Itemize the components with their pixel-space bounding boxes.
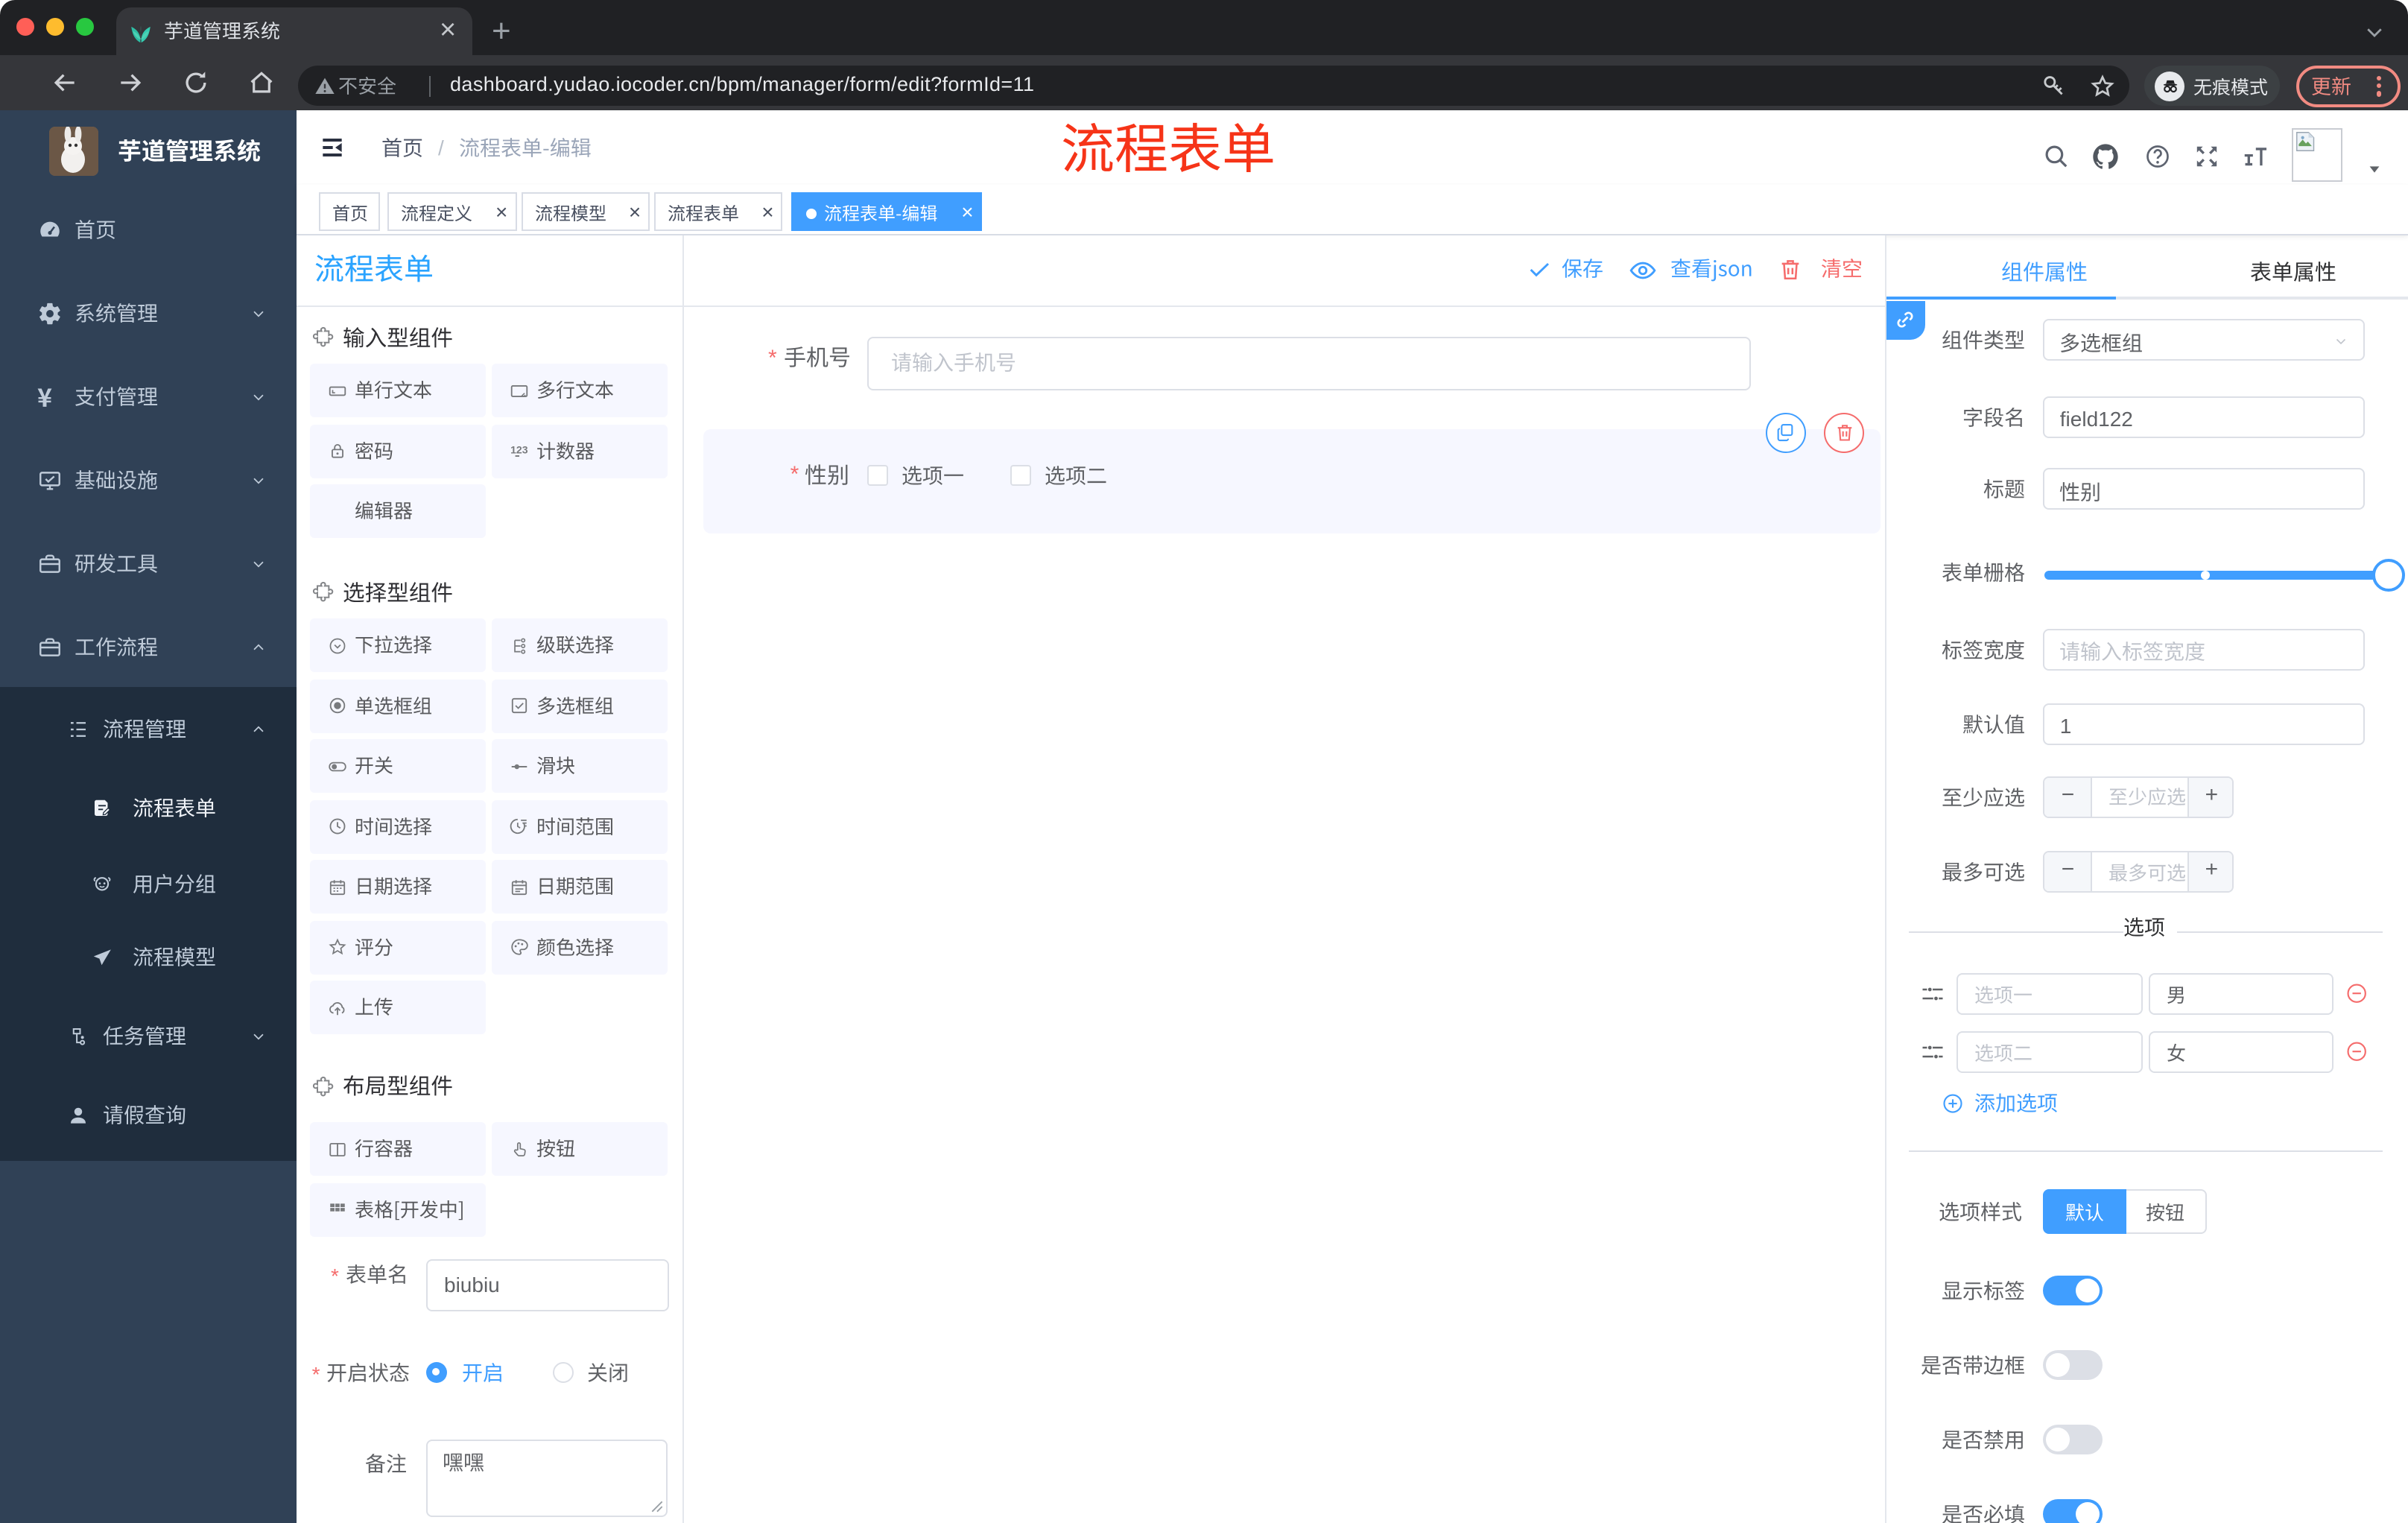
svg-text:123: 123 (510, 443, 528, 455)
